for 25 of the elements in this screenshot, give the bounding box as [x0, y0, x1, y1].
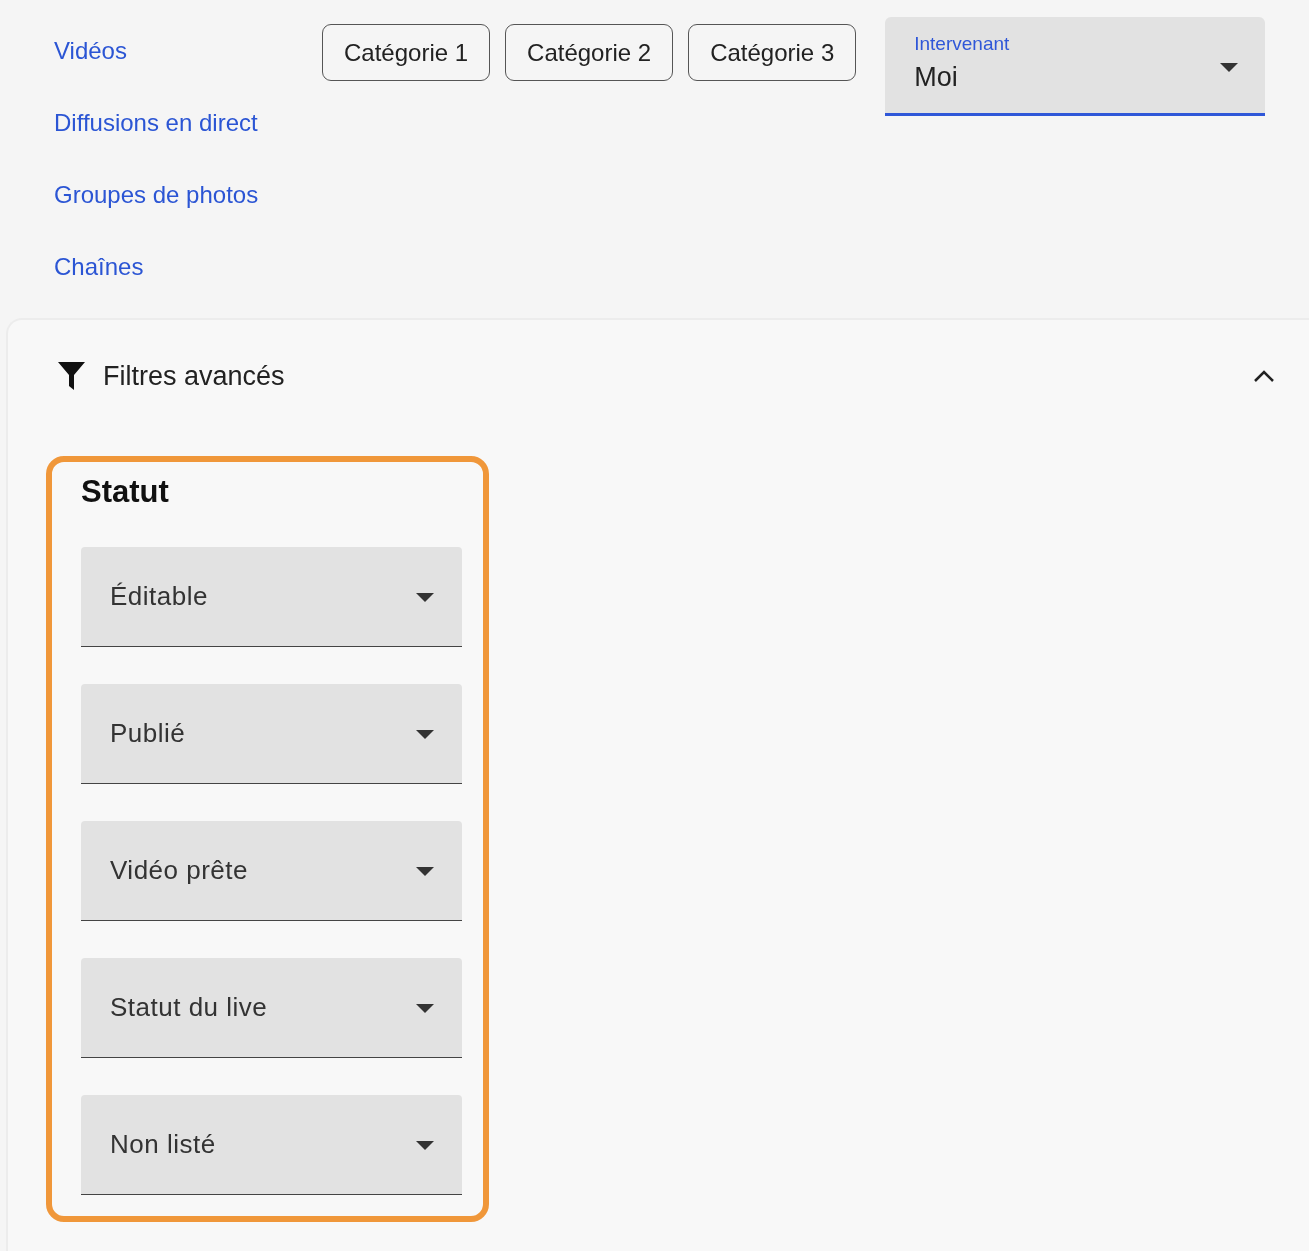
dropdown-caret-icon	[416, 1004, 434, 1013]
status-select[interactable]: Non listé	[81, 1095, 462, 1195]
dropdown-caret-icon	[416, 593, 434, 602]
status-select[interactable]: Éditable	[81, 547, 462, 647]
dropdown-caret-icon	[416, 1141, 434, 1150]
nav-link[interactable]: Groupes de photos	[54, 181, 259, 209]
status-select[interactable]: Vidéo prête	[81, 821, 462, 921]
select-value: Moi	[914, 61, 958, 94]
filter-icon	[58, 362, 85, 390]
chevron-up-icon[interactable]	[1253, 369, 1275, 383]
category-chip[interactable]: Catégorie 3	[688, 24, 857, 81]
nav-link[interactable]: Diffusions en direct	[54, 109, 258, 137]
status-select[interactable]: Statut du live	[81, 958, 462, 1058]
dropdown-caret-icon	[416, 730, 434, 739]
select-label: Intervenant	[914, 33, 1011, 55]
category-chip[interactable]: Catégorie 2	[505, 24, 674, 81]
status-select[interactable]: Publié	[81, 684, 462, 784]
dropdown-caret-icon	[416, 867, 434, 876]
nav-link[interactable]: Chaînes	[54, 253, 144, 281]
group-title: Statut	[81, 474, 170, 511]
dropdown-caret-icon	[1220, 63, 1239, 72]
nav-link[interactable]: Vidéos	[54, 37, 127, 65]
speaker-select[interactable]: Intervenant Moi	[885, 17, 1266, 116]
category-chip[interactable]: Catégorie 1	[322, 24, 491, 81]
filters-title: Filtres avancés	[103, 360, 286, 392]
